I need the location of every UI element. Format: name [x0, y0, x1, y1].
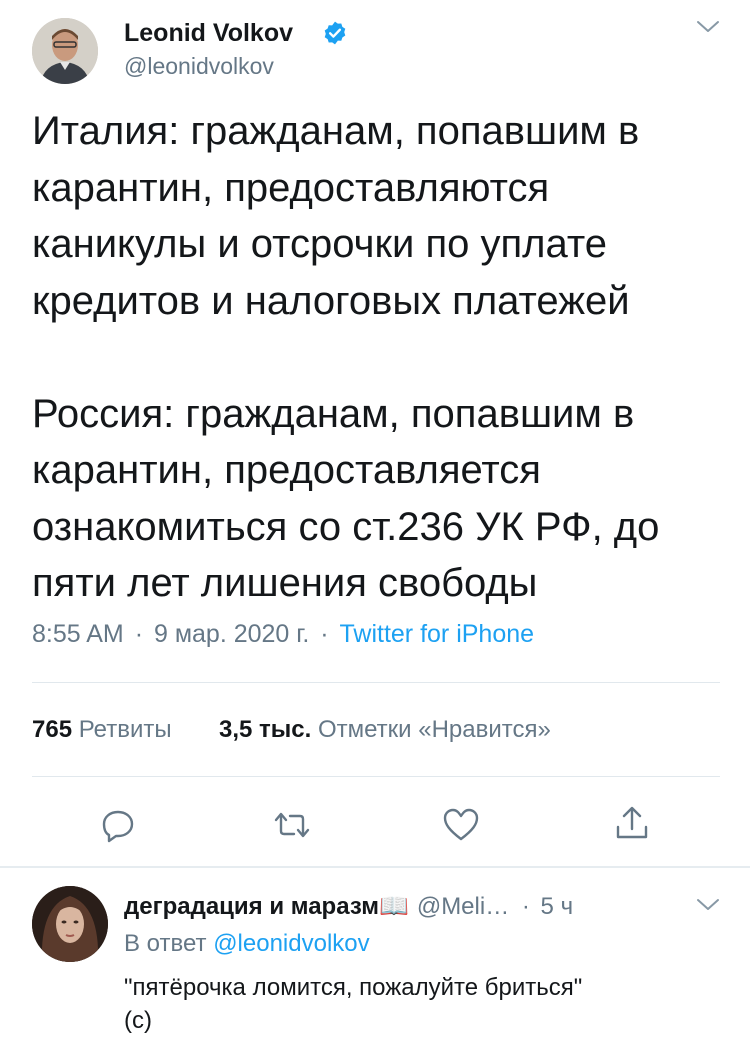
likes-count: 3,5 тыс.	[218, 716, 312, 743]
reply-author-name[interactable]: деградация и маразм📖	[124, 893, 409, 920]
divider	[32, 776, 720, 777]
tweet-meta: 8:55 AM · 9 мар. 2020 г. · Twitter for i…	[32, 620, 534, 649]
author-avatar[interactable]	[32, 18, 98, 84]
divider	[32, 682, 720, 683]
tweet-date[interactable]: 9 мар. 2020 г.	[154, 620, 309, 648]
tweet-text: Италия: гражданам, попавшим в карантин, …	[32, 109, 660, 605]
reply-time[interactable]: 5 ч	[541, 893, 574, 920]
retweet-icon[interactable]	[272, 805, 312, 845]
reply-to-handle[interactable]: @leonidvolkov	[213, 930, 369, 957]
author-name[interactable]: Leonid Volkov	[124, 19, 293, 48]
meta-separator: ·	[521, 893, 530, 920]
tweet-time: 8:55 AM	[32, 620, 124, 648]
reply-header: деградация и маразм📖 @Meli… · 5 ч	[124, 892, 573, 921]
share-icon[interactable]	[612, 803, 652, 843]
retweets-stat[interactable]: 765 Ретвиты	[32, 716, 172, 743]
likes-label: Отметки «Нравится»	[317, 716, 551, 743]
chevron-down-icon[interactable]	[696, 898, 720, 912]
section-divider	[0, 866, 750, 868]
tweet-stats: 765 Ретвиты 3,5 тыс. Отметки «Нравится»	[32, 716, 551, 744]
reply-icon[interactable]	[98, 805, 138, 845]
verified-badge-icon	[322, 20, 348, 46]
reply-to-label: В ответ	[124, 930, 207, 957]
reply-author-handle[interactable]: @Meli…	[417, 893, 509, 920]
reply-text: "пятёрочка ломится, пожалуйте бриться" (…	[124, 974, 583, 1034]
likes-stat[interactable]: 3,5 тыс. Отметки «Нравится»	[219, 716, 551, 743]
author-handle[interactable]: @leonidvolkov	[124, 53, 274, 80]
reply-to-line: В ответ @leonidvolkov	[124, 930, 370, 958]
tweet-source-link[interactable]: Twitter for iPhone	[340, 620, 535, 648]
like-icon[interactable]	[441, 805, 481, 845]
retweets-label: Ретвиты	[78, 716, 172, 743]
retweets-count: 765	[32, 716, 73, 743]
meta-separator: ·	[134, 620, 144, 648]
chevron-down-icon[interactable]	[696, 20, 720, 34]
reply-author-avatar[interactable]	[32, 886, 108, 962]
meta-separator: ·	[320, 620, 329, 648]
